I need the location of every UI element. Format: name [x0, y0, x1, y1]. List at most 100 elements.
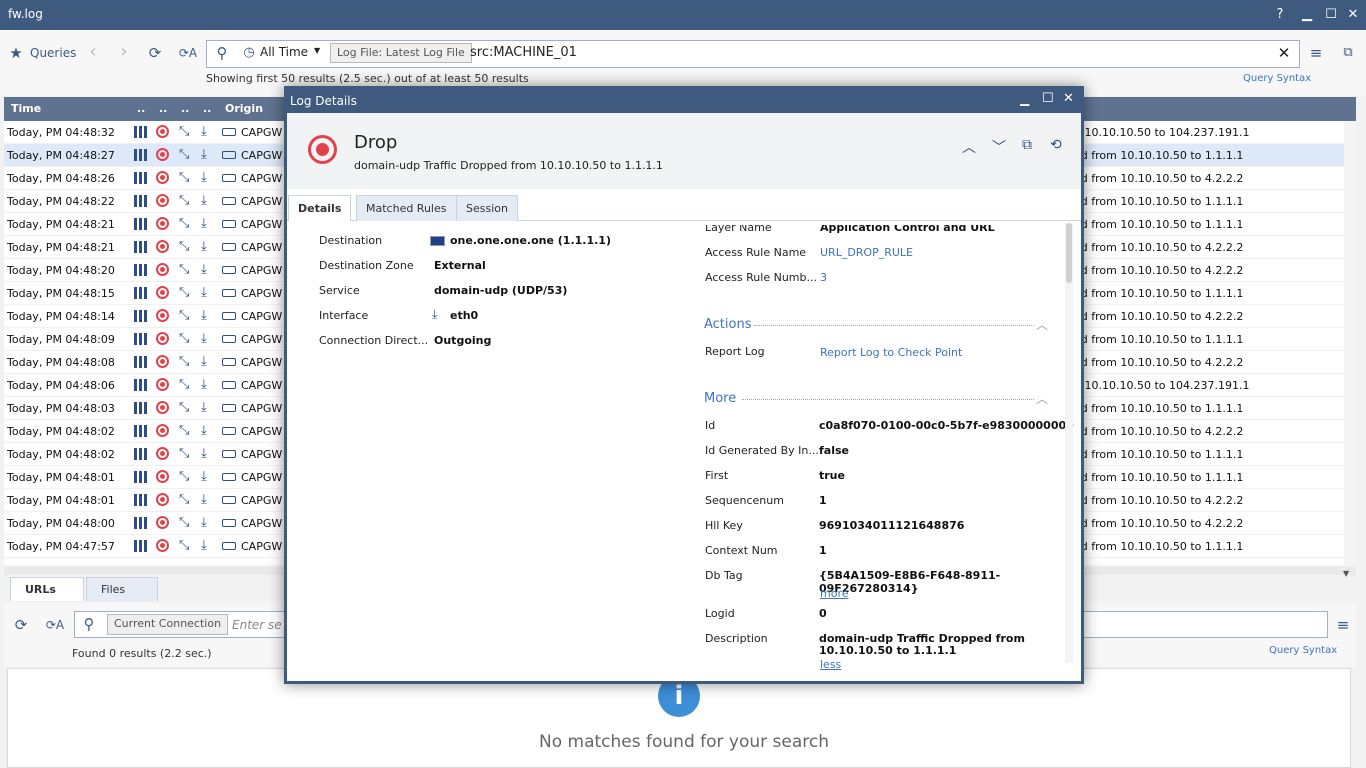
row-time: Today, PM 04:48:02: [7, 448, 115, 461]
more-section-title[interactable]: More: [704, 391, 736, 406]
action-subtitle: domain-udp Traffic Dropped from 10.10.10…: [354, 159, 663, 172]
tab-urls[interactable]: URLs: [10, 577, 84, 601]
path-icon: ⤡: [179, 515, 190, 530]
gateway-icon: [222, 128, 236, 136]
field-label: Connection Direct...: [319, 334, 429, 347]
path-icon: ⤡: [179, 239, 190, 254]
col-origin[interactable]: Origin: [225, 102, 263, 115]
row-origin: CAPGW: [241, 264, 283, 277]
dialog-title: Log Details: [290, 94, 357, 108]
tab-files[interactable]: Files: [86, 577, 158, 601]
window-titlebar: fw.log ? ▁ ☐ ✕: [0, 0, 1366, 30]
field-value: 1: [819, 544, 827, 557]
collapse-icon[interactable]: ▼: [1343, 569, 1349, 578]
bottom-query-syntax-link[interactable]: Query Syntax: [1269, 645, 1337, 656]
copy-icon[interactable]: ⧉: [1022, 137, 1032, 153]
description-less-link[interactable]: less: [820, 658, 841, 671]
row-description: n 10.10.10.50 to 104.237.191.1: [1074, 126, 1250, 139]
row-origin: CAPGW: [241, 172, 283, 185]
row-description: ed from 10.10.10.50 to 1.1.1.1: [1074, 195, 1244, 208]
download-icon: ⤓: [201, 193, 207, 208]
row-time: Today, PM 04:47:57: [7, 540, 115, 553]
more-collapse-icon[interactable]: ︿: [1036, 390, 1048, 407]
grid-icon: [134, 471, 148, 483]
search-icon[interactable]: ⚲: [212, 43, 232, 63]
tab-details[interactable]: Details: [288, 195, 352, 221]
drop-icon: [156, 171, 169, 184]
actions-collapse-icon[interactable]: ︿: [1036, 316, 1048, 333]
current-connection-chip[interactable]: Current Connection: [107, 614, 229, 635]
minimize-icon[interactable]: ▁: [1298, 6, 1316, 24]
row-description: ed from 10.10.10.50 to 1.1.1.1: [1074, 402, 1244, 415]
row-description: ed from 10.10.10.50 to 4.2.2.2: [1074, 241, 1244, 254]
detach-icon[interactable]: ⧉: [1338, 43, 1358, 63]
forward-icon[interactable]: ›: [114, 42, 134, 62]
auto-refresh-icon[interactable]: ⟳A: [178, 43, 198, 63]
path-icon: ⤡: [179, 446, 190, 461]
row-time: Today, PM 04:48:03: [7, 402, 115, 415]
query-input[interactable]: src:MACHINE_01: [470, 45, 577, 60]
grid-icon: [134, 310, 148, 322]
actions-section-title[interactable]: Actions: [704, 317, 752, 332]
gateway-icon: [222, 312, 236, 320]
row-origin: CAPGW: [241, 310, 283, 323]
chevron-down-icon[interactable]: ﹀: [992, 137, 1006, 157]
dialog-maximize-icon[interactable]: ☐: [1042, 91, 1054, 106]
tab-session[interactable]: Session: [456, 195, 518, 221]
query-syntax-link[interactable]: Query Syntax: [1243, 73, 1311, 84]
download-icon: ⤓: [201, 446, 207, 461]
field-label: Id Generated By In...: [705, 444, 819, 457]
download-icon: ⤓: [201, 400, 207, 415]
refresh-icon[interactable]: ⟳: [145, 43, 165, 63]
db-tag-more-link[interactable]: more: [820, 587, 849, 600]
maximize-icon[interactable]: ☐: [1322, 6, 1340, 24]
col-2[interactable]: ..: [159, 102, 167, 115]
path-icon: ⤡: [179, 354, 190, 369]
table-scrollbar[interactable]: [1344, 121, 1356, 565]
help-icon[interactable]: ?: [1271, 6, 1289, 24]
row-time: Today, PM 04:48:00: [7, 517, 115, 530]
tab-matched-rules[interactable]: Matched Rules: [356, 195, 457, 221]
chevron-up-icon[interactable]: ︿: [962, 137, 976, 157]
col-1[interactable]: ..: [137, 102, 145, 115]
download-icon: ⤓: [201, 423, 207, 438]
bottom-auto-refresh-icon[interactable]: ⟳A: [45, 615, 65, 635]
gateway-icon: [222, 450, 236, 458]
col-3[interactable]: ..: [181, 102, 189, 115]
field-value[interactable]: URL_DROP_RULE: [820, 246, 913, 259]
menu-icon[interactable]: ≡: [1306, 43, 1326, 63]
row-origin: CAPGW: [241, 471, 283, 484]
star-icon[interactable]: ★: [6, 43, 26, 63]
log-file-chip[interactable]: Log File: Latest Log File: [330, 43, 472, 63]
report-log-link[interactable]: Report Log to Check Point: [820, 346, 962, 359]
bottom-menu-icon[interactable]: ≡: [1333, 615, 1353, 635]
field-value[interactable]: 3: [820, 271, 827, 284]
path-icon: ⤡: [179, 170, 190, 185]
close-icon[interactable]: ✕: [1344, 6, 1362, 24]
download-icon: ⤓: [201, 515, 207, 530]
chevron-down-icon[interactable]: ▼: [314, 46, 320, 55]
download-icon: ⤓: [201, 262, 207, 277]
field-value: Application Control and URL: [820, 221, 995, 234]
queries-button[interactable]: Queries: [30, 46, 76, 60]
share-icon[interactable]: ⟲: [1050, 137, 1062, 153]
found-results: Found 0 results (2.2 sec.): [72, 647, 212, 660]
dialog-minimize-icon[interactable]: ▁: [1020, 92, 1029, 106]
col-4[interactable]: ..: [203, 102, 211, 115]
dialog-scrollbar[interactable]: [1065, 223, 1073, 663]
drop-icon: [156, 332, 169, 345]
bottom-search-icon[interactable]: ⚲: [79, 614, 99, 634]
bottom-search-input[interactable]: Enter se: [232, 618, 282, 632]
clear-search-icon[interactable]: ✕: [1274, 43, 1294, 63]
drop-icon: [156, 263, 169, 276]
field-label: Interface: [319, 309, 369, 322]
bottom-refresh-icon[interactable]: ⟳: [11, 615, 31, 635]
row-origin: CAPGW: [241, 517, 283, 530]
col-time[interactable]: Time: [11, 102, 41, 115]
path-icon: ⤡: [179, 538, 190, 553]
back-icon[interactable]: ‹: [83, 42, 103, 62]
dialog-close-icon[interactable]: ✕: [1063, 91, 1074, 106]
grid-icon: [134, 494, 148, 506]
row-origin: CAPGW: [241, 149, 283, 162]
time-range-dropdown[interactable]: All Time: [260, 45, 308, 59]
